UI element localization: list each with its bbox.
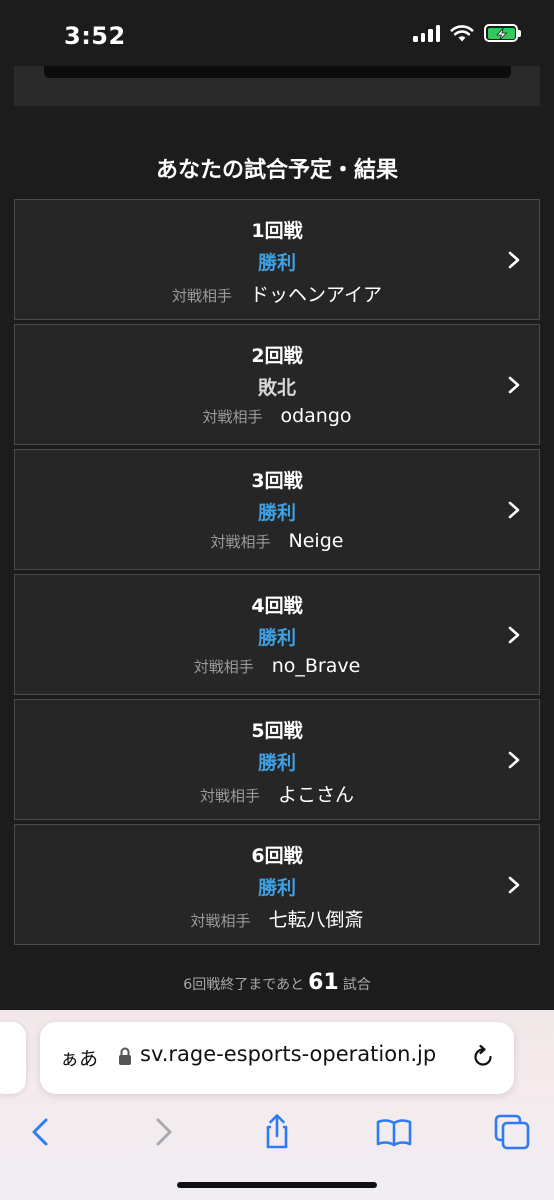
page-settings-button[interactable]: ぁあ: [60, 1044, 98, 1071]
opponent-name: Neige: [288, 530, 344, 552]
opponent-row: 対戦相手 no_Brave: [15, 655, 539, 677]
status-time: 3:52: [64, 22, 126, 50]
url-text[interactable]: sv.rage-esports-operation.jp: [140, 1042, 436, 1066]
opponent-label: 対戦相手: [202, 408, 263, 426]
opponent-name: odango: [280, 405, 352, 427]
battery-charging-icon: [484, 24, 521, 42]
chevron-right-icon: [508, 626, 520, 644]
forward-icon[interactable]: [142, 1112, 182, 1152]
share-icon[interactable]: [257, 1112, 297, 1152]
match-round: 5回戦: [251, 720, 303, 742]
match-round: 2回戦: [251, 345, 303, 367]
home-indicator: [177, 1182, 377, 1188]
chevron-right-icon: [508, 876, 520, 894]
match-list: 1回戦 勝利 対戦相手 ドッヘンアイア 2回戦 敗北 対戦相手 odango 3…: [14, 199, 540, 949]
opponent-row: 対戦相手 よこさん: [15, 780, 539, 807]
wifi-icon: [450, 25, 474, 42]
match-round: 3回戦: [251, 470, 303, 492]
match-result: 勝利: [257, 502, 296, 524]
browser-toolbar: [0, 1100, 554, 1160]
match-card-round-5[interactable]: 5回戦 勝利 対戦相手 よこさん: [14, 699, 540, 820]
back-icon[interactable]: [22, 1112, 62, 1152]
status-bar: 3:52: [0, 0, 554, 66]
opponent-row: 対戦相手 Neige: [15, 530, 539, 552]
match-card-round-3[interactable]: 3回戦 勝利 対戦相手 Neige: [14, 449, 540, 570]
match-result: 勝利: [257, 627, 296, 649]
remaining-matches-text: 6回戦終了まであと 61 試合: [0, 970, 554, 995]
opponent-label: 対戦相手: [199, 787, 260, 805]
match-round: 1回戦: [251, 220, 303, 242]
chevron-right-icon: [508, 376, 520, 394]
opponent-label: 対戦相手: [190, 912, 251, 930]
match-result: 勝利: [257, 877, 296, 899]
opponent-label: 対戦相手: [193, 658, 254, 676]
reload-icon[interactable]: [470, 1044, 496, 1070]
chevron-right-icon: [508, 751, 520, 769]
browser-bottom-bar: ぁあ sv.rage-esports-operation.jp: [0, 1010, 554, 1200]
opponent-label: 対戦相手: [210, 533, 271, 551]
remaining-suffix: 試合: [342, 977, 371, 993]
opponent-name: よこさん: [278, 784, 355, 806]
previous-card-inner: [44, 66, 511, 78]
remaining-prefix: 6回戦終了まであと: [183, 977, 305, 993]
match-result: 勝利: [257, 752, 296, 774]
match-round: 6回戦: [251, 845, 303, 867]
match-card-round-6[interactable]: 6回戦 勝利 対戦相手 七転八倒斎: [14, 824, 540, 945]
match-round: 4回戦: [251, 595, 303, 617]
lock-icon: [119, 1047, 131, 1065]
match-card-round-2[interactable]: 2回戦 敗北 対戦相手 odango: [14, 324, 540, 445]
opponent-row: 対戦相手 ドッヘンアイア: [15, 280, 539, 307]
opponent-name: ドッヘンアイア: [249, 284, 383, 306]
status-icons: [413, 24, 521, 42]
remaining-count: 61: [308, 970, 339, 995]
address-bar[interactable]: ぁあ sv.rage-esports-operation.jp: [40, 1022, 514, 1094]
opponent-name: 七転八倒斎: [268, 909, 364, 931]
opponent-label: 対戦相手: [171, 287, 232, 305]
bookmarks-icon[interactable]: [374, 1112, 414, 1152]
match-result: 勝利: [257, 252, 296, 274]
page-title: あなたの試合予定・結果: [155, 158, 398, 183]
opponent-row: 対戦相手 odango: [15, 405, 539, 427]
match-result: 敗北: [257, 377, 296, 399]
chevron-right-icon: [508, 501, 520, 519]
match-card-round-1[interactable]: 1回戦 勝利 対戦相手 ドッヘンアイア: [14, 199, 540, 320]
cellular-signal-icon: [413, 24, 440, 42]
tabs-icon[interactable]: [492, 1112, 532, 1152]
previous-tab-preview[interactable]: [0, 1022, 26, 1094]
match-card-round-4[interactable]: 4回戦 勝利 対戦相手 no_Brave: [14, 574, 540, 695]
previous-card: [14, 66, 540, 106]
opponent-name: no_Brave: [271, 655, 361, 677]
opponent-row: 対戦相手 七転八倒斎: [15, 905, 539, 932]
chevron-right-icon: [508, 251, 520, 269]
